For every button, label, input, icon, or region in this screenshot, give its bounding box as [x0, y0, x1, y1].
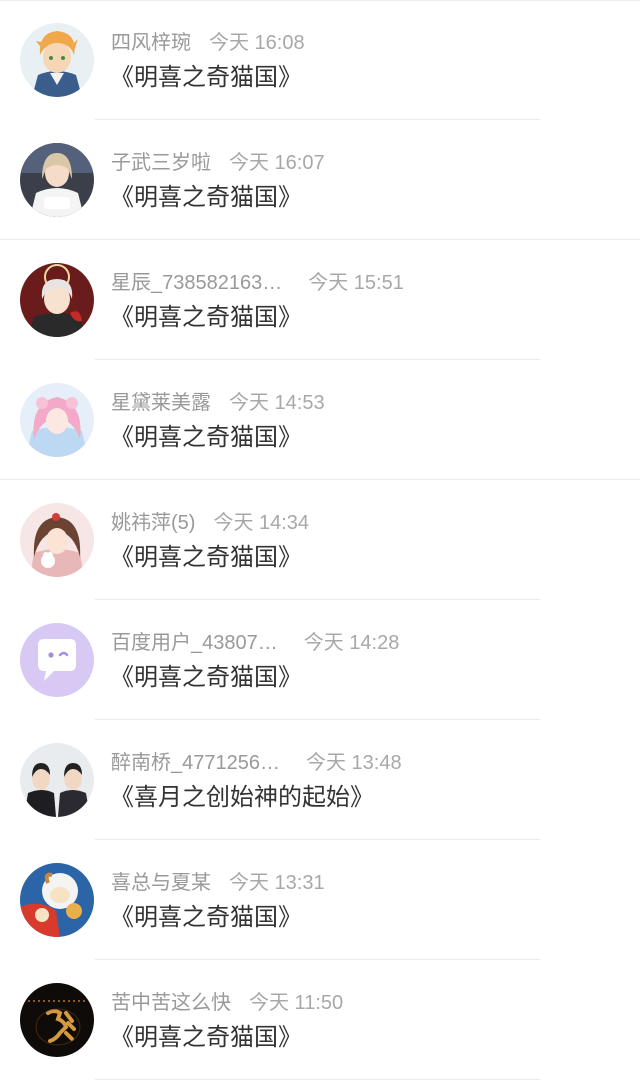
message-title[interactable]: 《明喜之奇猫国》: [110, 662, 302, 694]
message-meta: 星黛莱美露 今天 14:53: [111, 388, 325, 418]
message-time: 今天 15:51: [308, 272, 404, 294]
message-time: 今天 14:34: [213, 512, 310, 534]
message-title[interactable]: 《明喜之奇猫国》: [110, 422, 302, 454]
message-meta: 喜总与夏某 今天 13:31: [111, 868, 325, 898]
message-time: 今天 13:31: [229, 872, 325, 894]
anime-angel-avatar-icon: [20, 263, 94, 337]
row-divider: [95, 1079, 540, 1080]
message-time: 今天 11:50: [249, 992, 344, 1014]
sender-name[interactable]: 喜总与夏某: [111, 868, 211, 898]
message-meta: 醉南桥_4771256… 今天 13:48: [111, 748, 402, 778]
message-meta: 星辰_738582163… 今天 15:51: [111, 268, 404, 298]
avatar[interactable]: [20, 623, 94, 697]
girl-photo-avatar-icon: [20, 143, 94, 217]
doll-avatar-icon: [20, 503, 94, 577]
avatar[interactable]: [20, 503, 94, 577]
list-item[interactable]: 子武三岁啦 今天 16:07 《明喜之奇猫国》: [0, 120, 640, 240]
message-meta: 四风梓琬 今天 16:08: [111, 28, 305, 58]
avatar[interactable]: [20, 383, 94, 457]
message-title[interactable]: 《明喜之奇猫国》: [110, 1022, 302, 1054]
message-meta: 苦中苦这么快 今天 11:50: [111, 988, 343, 1018]
message-time: 今天 16:07: [229, 152, 325, 174]
list-item[interactable]: 星辰_738582163… 今天 15:51 《明喜之奇猫国》: [0, 240, 640, 360]
message-meta: 姚祎萍(5) 今天 14:34: [111, 508, 309, 538]
sender-name[interactable]: 星辰_738582163…: [111, 268, 282, 298]
list-item[interactable]: 醉南桥_4771256… 今天 13:48 《喜月之创始神的起始》: [0, 720, 640, 840]
list-item[interactable]: 喜总与夏某 今天 13:31 《明喜之奇猫国》: [0, 840, 640, 960]
sender-name[interactable]: 子武三岁啦: [111, 148, 211, 178]
list-item[interactable]: 苦中苦这么快 今天 11:50 《明喜之奇猫国》: [0, 960, 640, 1080]
avatar[interactable]: [20, 143, 94, 217]
two-men-photo-avatar-icon: [20, 743, 94, 817]
avatar[interactable]: [20, 863, 94, 937]
message-time: 今天 14:53: [229, 392, 325, 414]
list-item[interactable]: 百度用户_43807… 今天 14:28 《明喜之奇猫国》: [0, 600, 640, 720]
avatar[interactable]: [20, 743, 94, 817]
anime-boy-avatar-icon: [20, 23, 94, 97]
sender-name[interactable]: 百度用户_43807…: [111, 628, 278, 658]
message-time: 今天 14:28: [303, 632, 400, 654]
message-title[interactable]: 《明喜之奇猫国》: [110, 902, 302, 934]
list-item[interactable]: 姚祎萍(5) 今天 14:34 《明喜之奇猫国》: [0, 480, 640, 600]
message-title[interactable]: 《明喜之奇猫国》: [110, 542, 302, 574]
avatar[interactable]: [20, 23, 94, 97]
default-chat-bubble-avatar-icon: [20, 623, 94, 697]
sender-name[interactable]: 姚祎萍(5): [111, 508, 195, 538]
message-title[interactable]: 《喜月之创始神的起始》: [110, 782, 374, 814]
list-item[interactable]: 星黛莱美露 今天 14:53 《明喜之奇猫国》: [0, 360, 640, 480]
sender-name[interactable]: 星黛莱美露: [111, 388, 211, 418]
sender-name[interactable]: 醉南桥_4771256…: [111, 748, 280, 778]
message-title[interactable]: 《明喜之奇猫国》: [110, 302, 302, 334]
cartoon-sheep-avatar-icon: [20, 863, 94, 937]
message-title[interactable]: 《明喜之奇猫国》: [110, 62, 302, 94]
message-title[interactable]: 《明喜之奇猫国》: [110, 182, 302, 214]
message-meta: 子武三岁啦 今天 16:07: [111, 148, 325, 178]
message-time: 今天 16:08: [209, 32, 305, 54]
pink-anime-girl-avatar-icon: [20, 383, 94, 457]
avatar[interactable]: [20, 263, 94, 337]
sender-name[interactable]: 四风梓琬: [111, 28, 191, 58]
message-time: 今天 13:48: [305, 752, 402, 774]
calligraphy-avatar-icon: [20, 983, 94, 1057]
message-meta: 百度用户_43807… 今天 14:28: [111, 628, 399, 658]
message-list: 四风梓琬 今天 16:08 《明喜之奇猫国》 子武三岁啦 今天 16:07 《明喜之…: [0, 0, 640, 1082]
list-item[interactable]: 四风梓琬 今天 16:08 《明喜之奇猫国》: [0, 0, 640, 120]
sender-name[interactable]: 苦中苦这么快: [111, 988, 231, 1018]
avatar[interactable]: [20, 983, 94, 1057]
